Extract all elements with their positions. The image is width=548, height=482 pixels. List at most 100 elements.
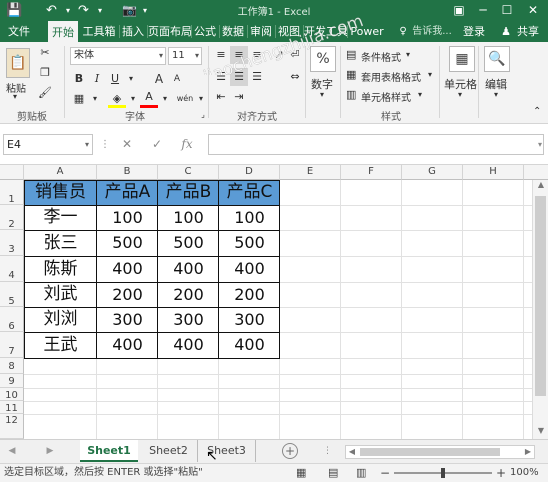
name-box[interactable]: E4 ▾ — [3, 134, 93, 155]
scroll-right-icon[interactable]: ▶ — [522, 446, 534, 458]
ribbon-display-icon[interactable]: ▣ — [448, 1, 470, 20]
expand-formula-bar-icon[interactable]: ▾ — [534, 134, 546, 155]
cell-salesperson[interactable]: 陈斯 — [24, 256, 97, 282]
underline-dropdown-icon[interactable]: ▾ — [122, 70, 140, 88]
align-right-icon[interactable]: ☰ — [248, 68, 266, 86]
enter-icon[interactable]: ✓ — [148, 134, 166, 155]
cell-styles-button[interactable]: 单元格样式 — [361, 89, 411, 104]
column-header-g[interactable]: G — [402, 165, 463, 180]
format-painter-icon[interactable]: 🖌 — [36, 84, 54, 102]
borders-dropdown-icon[interactable]: ▾ — [86, 90, 104, 108]
zoom-slider[interactable] — [394, 468, 492, 478]
cell-product-b[interactable]: 100 — [158, 205, 219, 230]
tab-toolbox[interactable]: 工具箱 — [80, 21, 118, 42]
cell-salesperson[interactable]: 李一 — [24, 205, 97, 230]
page-layout-view-icon[interactable]: ▤ — [328, 464, 338, 482]
minimize-button[interactable]: ─ — [472, 1, 494, 20]
align-bottom-icon[interactable]: ≡ — [248, 46, 266, 64]
align-middle-icon[interactable]: ≡ — [230, 46, 248, 64]
format-table-dropdown-icon[interactable]: ▾ — [428, 70, 432, 79]
cell-product-c[interactable]: 200 — [219, 282, 280, 307]
row-header[interactable]: 12 — [0, 414, 24, 439]
increase-indent-icon[interactable]: ⇥ — [230, 88, 248, 106]
cells-icon[interactable]: ▦ — [449, 46, 475, 72]
cells-dropdown-icon[interactable]: ▾ — [458, 90, 462, 99]
next-sheet-icon[interactable]: ▶ — [44, 444, 56, 458]
scroll-up-icon[interactable]: ▲ — [534, 180, 548, 192]
login-link[interactable]: 登录 — [460, 21, 488, 42]
tab-view[interactable]: 视图 — [276, 21, 302, 42]
row-header[interactable]: 6 — [0, 307, 24, 332]
column-header-h[interactable]: H — [463, 165, 524, 180]
cell-product-a[interactable]: 500 — [97, 230, 158, 256]
insert-function-icon[interactable]: fx — [176, 134, 198, 155]
bold-button[interactable]: B — [70, 70, 88, 88]
cut-icon[interactable]: ✂ — [36, 44, 54, 62]
vertical-scroll-thumb[interactable] — [535, 196, 546, 396]
horizontal-scroll-thumb[interactable] — [360, 448, 500, 456]
cell-salesperson[interactable]: 刘浏 — [24, 307, 97, 332]
column-header-e[interactable]: E — [280, 165, 341, 180]
paste-dropdown-icon[interactable]: ▾ — [13, 92, 17, 101]
column-header-b[interactable]: B — [97, 165, 158, 180]
row-header[interactable]: 11 — [0, 401, 24, 414]
editing-icon[interactable]: 🔍 — [484, 46, 510, 72]
row-header[interactable]: 2 — [0, 205, 24, 230]
tab-developer[interactable]: 开发工具 — [304, 21, 348, 42]
collapse-ribbon-icon[interactable]: ⌃ — [533, 106, 541, 117]
cell-product-c[interactable]: 400 — [219, 256, 280, 282]
cell-product-b[interactable]: 300 — [158, 307, 219, 332]
font-launcher-icon[interactable]: ⌟ — [194, 106, 212, 124]
conditional-format-icon[interactable]: ▤ — [346, 48, 356, 61]
format-table-icon[interactable]: ▦ — [346, 68, 356, 81]
align-top-icon[interactable]: ≡ — [212, 46, 230, 64]
row-header[interactable]: 10 — [0, 388, 24, 401]
paste-icon[interactable]: 📋 — [6, 48, 30, 78]
row-header[interactable]: 3 — [0, 230, 24, 256]
cell-product-b[interactable]: 400 — [158, 332, 219, 358]
zoom-out-button[interactable]: − — [380, 464, 390, 482]
cell-product-c[interactable]: 300 — [219, 307, 280, 332]
wrap-text-icon[interactable]: ⏎ — [286, 46, 304, 64]
column-header-c[interactable]: C — [158, 165, 219, 180]
align-center-icon[interactable]: ☰ — [230, 68, 248, 86]
merge-center-icon[interactable]: ⇔ — [286, 68, 304, 86]
font-name-combo[interactable]: 宋体 ▾ — [70, 47, 166, 65]
row-header[interactable]: 8 — [0, 358, 24, 374]
cell-product-c[interactable]: 100 — [219, 205, 280, 230]
tab-insert[interactable]: 插入 — [120, 21, 146, 42]
add-sheet-button[interactable]: + — [282, 443, 298, 459]
cell-product-a[interactable]: 100 — [97, 205, 158, 230]
cell-salesperson[interactable]: 刘武 — [24, 282, 97, 307]
tab-home[interactable]: 开始 — [48, 21, 78, 42]
table-header-cell[interactable]: 产品C — [219, 180, 280, 205]
zoom-in-button[interactable]: + — [496, 464, 506, 482]
cell-product-a[interactable]: 400 — [97, 332, 158, 358]
tab-formulas[interactable]: 公式 — [192, 21, 218, 42]
cell-product-b[interactable]: 200 — [158, 282, 219, 307]
conditional-format-button[interactable]: 条件格式 — [361, 49, 401, 64]
row-header[interactable]: 4 — [0, 256, 24, 282]
worksheet-grid[interactable]: A B C D E F G H 1 2 3 4 5 6 7 8 9 10 11 … — [0, 165, 548, 439]
select-all-corner[interactable] — [0, 165, 24, 180]
sheet-tab-sheet1[interactable]: Sheet1 — [80, 440, 138, 462]
shrink-font-button[interactable]: A — [168, 70, 186, 88]
share-icon[interactable]: ♟ — [500, 21, 512, 42]
cell-product-b[interactable]: 500 — [158, 230, 219, 256]
tab-data[interactable]: 数据 — [220, 21, 246, 42]
vertical-scrollbar[interactable]: ▲ ▼ — [532, 180, 548, 439]
cell-product-b[interactable]: 400 — [158, 256, 219, 282]
sheet-tab-sheet2[interactable]: Sheet2 — [140, 440, 198, 462]
row-header[interactable]: 1 — [0, 180, 24, 205]
cell-product-c[interactable]: 500 — [219, 230, 280, 256]
row-header[interactable]: 9 — [0, 374, 24, 388]
cell-styles-icon[interactable]: ▥ — [346, 88, 356, 101]
table-header-cell[interactable]: 销售员 — [24, 180, 97, 205]
font-size-combo[interactable]: 11 ▾ — [168, 47, 202, 65]
zoom-slider-thumb[interactable] — [441, 468, 445, 478]
editing-dropdown-icon[interactable]: ▾ — [494, 90, 498, 99]
prev-sheet-icon[interactable]: ◀ — [6, 444, 18, 458]
copy-icon[interactable]: ❐ — [36, 64, 54, 82]
cell-salesperson[interactable]: 张三 — [24, 230, 97, 256]
column-header-a[interactable]: A — [24, 165, 97, 180]
